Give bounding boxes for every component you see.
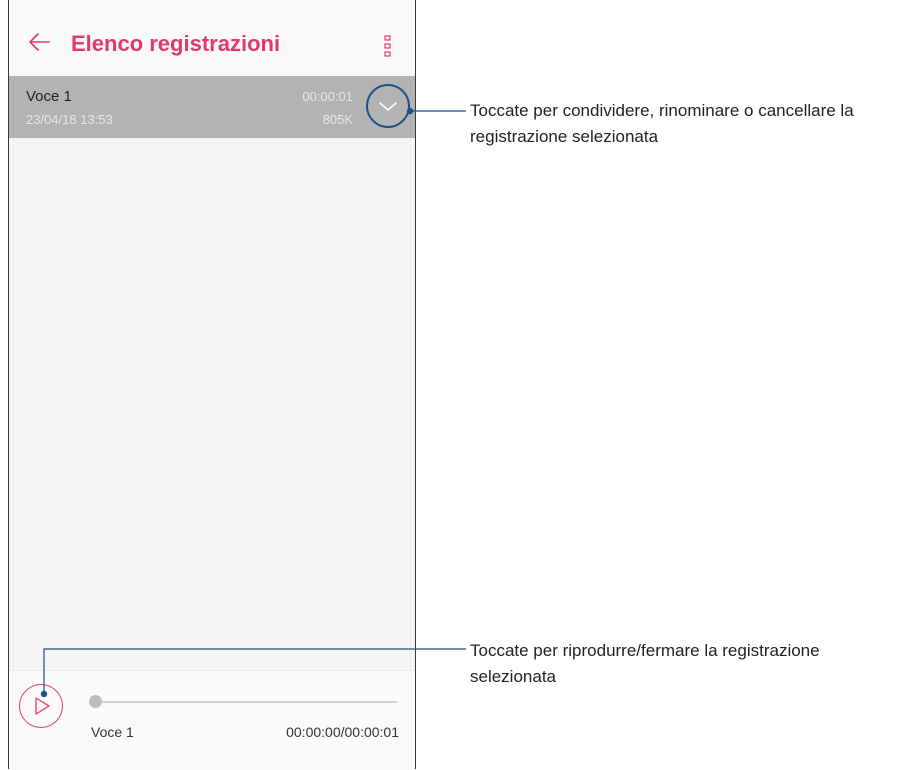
callout-options-line1: Toccate per condividere, rinominare o ca… — [470, 101, 854, 120]
callout-options-line2: registrazione selezionata — [470, 127, 659, 146]
callout-play: Toccate per riprodurre/fermare la regist… — [470, 638, 820, 690]
callout-line-play — [43, 648, 466, 694]
callout-dot-play — [40, 690, 48, 698]
callout-play-line1: Toccate per riprodurre/fermare la regist… — [470, 641, 820, 660]
callout-options: Toccate per condividere, rinominare o ca… — [470, 98, 854, 150]
callout-play-line2: selezionata — [470, 667, 557, 686]
callout-dot-options — [406, 107, 414, 115]
